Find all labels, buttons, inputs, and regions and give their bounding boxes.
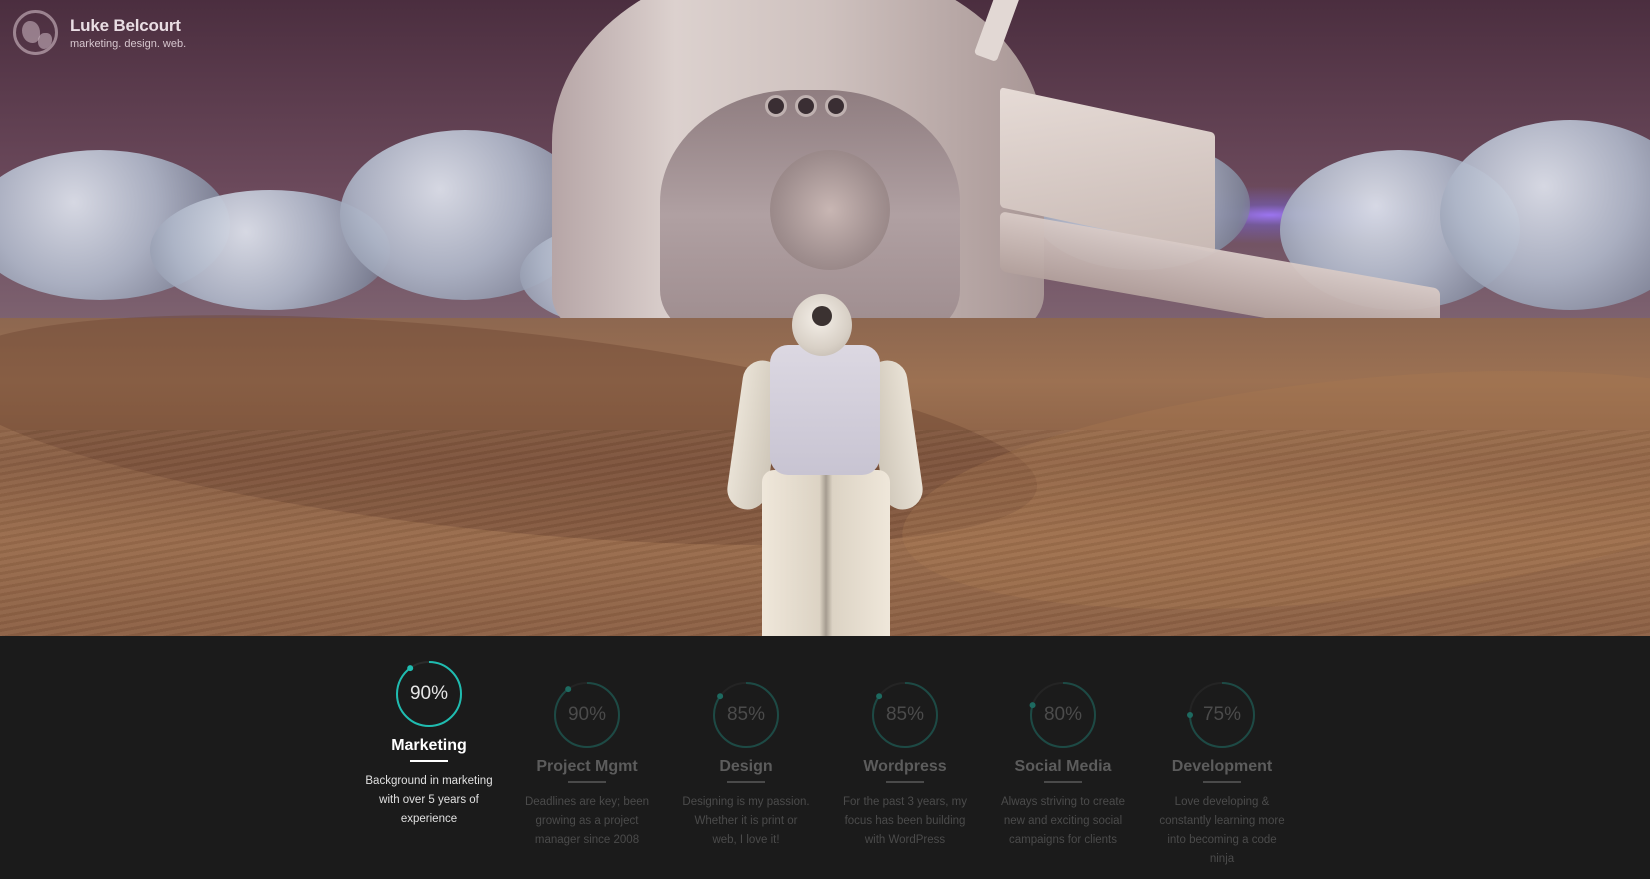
skill-title: Project Mgmt bbox=[536, 758, 638, 775]
title-underline bbox=[410, 760, 448, 762]
title-underline bbox=[1203, 781, 1241, 783]
globe-icon bbox=[13, 10, 58, 55]
progress-ring: 80% bbox=[1028, 680, 1098, 750]
skill-development[interactable]: 75% Development Love developing & consta… bbox=[1157, 680, 1287, 869]
progress-ring: 90% bbox=[552, 680, 622, 750]
skill-percent: 85% bbox=[885, 704, 925, 725]
progress-ring: 85% bbox=[711, 680, 781, 750]
skill-design[interactable]: 85% Design Designing is my passion. Whet… bbox=[681, 680, 811, 850]
astronaut-visor bbox=[812, 306, 832, 326]
skill-project-mgmt[interactable]: 90% Project Mgmt Deadlines are key; been… bbox=[522, 680, 652, 850]
skill-title: Marketing bbox=[391, 737, 467, 754]
skill-title: Development bbox=[1171, 758, 1273, 775]
title-underline bbox=[568, 781, 606, 783]
skill-description: For the past 3 years, my focus has been … bbox=[843, 796, 967, 846]
skill-wordpress[interactable]: 85% Wordpress For the past 3 years, my f… bbox=[840, 680, 970, 850]
shuttle-engine bbox=[765, 95, 787, 117]
skills-section: 90% Marketing Background in marketing wi… bbox=[0, 636, 1650, 879]
shuttle-core bbox=[770, 150, 890, 270]
skill-social-media[interactable]: 80% Social Media Always striving to crea… bbox=[998, 680, 1128, 850]
progress-ring: 75% bbox=[1187, 680, 1257, 750]
astronaut-legs bbox=[762, 470, 890, 636]
skill-description: Always striving to create new and exciti… bbox=[1001, 796, 1125, 846]
skill-percent: 90% bbox=[567, 704, 607, 725]
skill-percent: 75% bbox=[1202, 704, 1242, 725]
progress-ring: 85% bbox=[870, 680, 940, 750]
skill-title: Social Media bbox=[1014, 758, 1112, 775]
title-underline bbox=[886, 781, 924, 783]
skill-percent: 90% bbox=[409, 683, 449, 704]
skill-percent: 80% bbox=[1043, 704, 1083, 725]
brand-tagline: marketing. design. web. bbox=[70, 37, 187, 50]
title-underline bbox=[1044, 781, 1082, 783]
progress-ring: 90% bbox=[394, 659, 464, 729]
skill-marketing[interactable]: 90% Marketing Background in marketing wi… bbox=[364, 659, 494, 829]
skill-description: Designing is my passion. Whether it is p… bbox=[682, 796, 810, 846]
skill-title: Wordpress bbox=[863, 758, 947, 775]
skill-description: Deadlines are key; been growing as a pro… bbox=[524, 796, 650, 846]
skill-percent: 85% bbox=[726, 704, 766, 725]
skill-description: Love developing & constantly learning mo… bbox=[1159, 796, 1285, 865]
skill-description: Background in marketing with over 5 year… bbox=[365, 775, 493, 825]
brand-text: Luke Belcourt marketing. design. web. bbox=[70, 16, 186, 50]
hero-banner: Luke Belcourt marketing. design. web. bbox=[0, 0, 1650, 636]
shuttle-engine bbox=[825, 95, 847, 117]
title-underline bbox=[727, 781, 765, 783]
skill-title: Design bbox=[719, 758, 773, 775]
brand-name: Luke Belcourt bbox=[70, 15, 181, 35]
astronaut-backpack bbox=[770, 345, 880, 475]
brand-logo[interactable]: Luke Belcourt marketing. design. web. bbox=[13, 10, 186, 55]
shuttle-engine bbox=[795, 95, 817, 117]
